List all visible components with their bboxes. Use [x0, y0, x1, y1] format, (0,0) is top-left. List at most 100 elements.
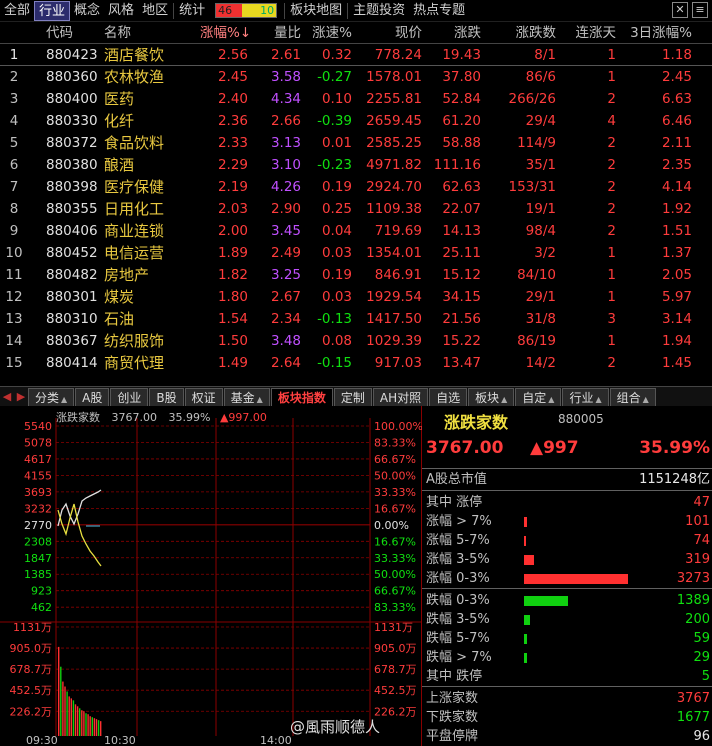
- up-down-ratio: 46 10: [215, 3, 278, 18]
- tab-item[interactable]: A股: [75, 387, 110, 406]
- row-days: 2: [607, 157, 616, 173]
- volume-left-tick: 678.7万: [10, 663, 53, 676]
- table-row[interactable]: 7 880398 医疗保健 2.19 4.26 0.19 2924.70 62.63 153/3…: [0, 176, 712, 198]
- row-days: 1: [607, 289, 616, 305]
- volume-bar: [83, 711, 85, 736]
- row-up-down: 29/4: [525, 113, 556, 129]
- row-change: 21.56: [442, 311, 481, 327]
- tab-item[interactable]: 创业: [110, 387, 149, 406]
- row-name: 煤炭: [104, 288, 135, 306]
- table-row[interactable]: 10 880452 电信运营 1.89 2.49 0.03 1354.01 25.11 3/2 1…: [0, 242, 712, 264]
- col-days[interactable]: 连涨天: [560, 22, 617, 44]
- tab-item[interactable]: AH对照: [372, 387, 429, 406]
- col-up-down[interactable]: 涨跌数: [490, 22, 557, 44]
- table-row[interactable]: 15 880414 商贸代理 1.49 2.64 -0.15 917.03 13.47 14/2…: [0, 352, 712, 374]
- tab-item[interactable]: 定制: [333, 387, 372, 406]
- volume-bar: [58, 646, 60, 736]
- col-price[interactable]: 现价: [352, 22, 422, 44]
- row-volume-ratio: 4.26: [270, 179, 301, 195]
- nav-sector-map[interactable]: 板块地图: [286, 1, 346, 21]
- tab-item[interactable]: B股: [149, 387, 184, 406]
- time-tick-label: 09:30: [26, 734, 58, 746]
- table-row[interactable]: 2 880360 农林牧渔 2.45 3.58 -0.27 1578.01 37.80 86/6…: [0, 66, 712, 88]
- col-speed[interactable]: 涨速%: [308, 22, 352, 44]
- row-price: 2924.70: [366, 179, 422, 195]
- table-row[interactable]: 1 880423 酒店餐饮 2.56 2.61 0.32 778.24 19.43 8/1 1 1.…: [0, 44, 712, 66]
- nav-industry[interactable]: 行业: [34, 0, 71, 21]
- tab-item[interactable]: 权证: [184, 387, 223, 406]
- row-name: 医疗保健: [104, 178, 165, 196]
- row-3day: 1.45: [661, 355, 692, 371]
- chart-value: 3767.00: [111, 411, 158, 424]
- distribution-label: 跌幅 3-5%: [426, 612, 490, 627]
- table-row[interactable]: 13 880310 石油 1.54 2.34 -0.13 1417.50 21.56 31/8 3…: [0, 308, 712, 330]
- row-3day: 1.94: [661, 333, 692, 349]
- series-line-white: [57, 489, 102, 527]
- col-volume-ratio[interactable]: 量比: [255, 22, 301, 44]
- row-price: 2659.45: [366, 113, 422, 129]
- distribution-bar: [524, 615, 530, 625]
- row-3day: 4.14: [661, 179, 692, 195]
- row-up-down: 35/1: [525, 157, 556, 173]
- tab-item[interactable]: 自选: [429, 387, 468, 406]
- table-row[interactable]: 4 880330 化纤 2.36 2.66 -0.39 2659.45 61.20 29/4 4 6…: [0, 110, 712, 132]
- tab-item[interactable]: 板块 ▲: [468, 387, 515, 406]
- table-row[interactable]: 3 880400 医药 2.40 4.34 0.10 2255.81 52.84 266/26 2…: [0, 88, 712, 110]
- tab-scroll-right-icon[interactable]: ▶: [14, 389, 28, 405]
- row-3day: 2.45: [661, 69, 692, 85]
- col-3day[interactable]: 3日涨幅%: [624, 22, 692, 44]
- nav-style[interactable]: 风格: [104, 1, 138, 21]
- row-code: 880355: [46, 201, 98, 217]
- volume-bar: [64, 686, 66, 736]
- tab-item[interactable]: 自定 ▲: [515, 387, 562, 406]
- tab-item[interactable]: 组合 ▲: [609, 387, 656, 406]
- distribution-bar: [524, 653, 527, 663]
- row-pct: 2.29: [217, 157, 248, 173]
- col-pct[interactable]: 涨幅%↓: [200, 22, 251, 44]
- row-name: 纺织服饰: [104, 332, 165, 350]
- row-days: 2: [607, 355, 616, 371]
- row-speed: 0.03: [321, 289, 352, 305]
- col-change[interactable]: 涨跌: [426, 22, 481, 44]
- volume-bar: [62, 681, 64, 736]
- distribution-value: 3273: [676, 571, 710, 586]
- tab-item[interactable]: 基金 ▲: [223, 387, 270, 406]
- time-tick-label: 10:30: [104, 734, 136, 746]
- row-up-down: 153/31: [508, 179, 557, 195]
- summary-value: 3767: [676, 691, 710, 706]
- nav-theme-invest[interactable]: 主题投资: [349, 1, 409, 21]
- distribution-bar: [524, 634, 527, 644]
- tab-scroll-left-icon[interactable]: ◀: [0, 389, 14, 405]
- table-row[interactable]: 14 880367 纺织服饰 1.50 3.48 0.08 1029.39 15.22 86/1…: [0, 330, 712, 352]
- row-days: 1: [607, 69, 616, 85]
- distribution-label: 其中 跌停: [426, 669, 483, 684]
- col-code[interactable]: 代码: [46, 22, 102, 44]
- volume-left-tick: 452.5万: [10, 684, 53, 697]
- table-row[interactable]: 6 880380 酿酒 2.29 3.10 -0.23 4971.82 111.16 35/1 2…: [0, 154, 712, 176]
- table-row[interactable]: 12 880301 煤炭 1.80 2.67 0.03 1929.54 34.15 29/1 1 5…: [0, 286, 712, 308]
- col-name[interactable]: 名称: [104, 22, 184, 44]
- menu-icon[interactable]: ≡: [692, 2, 708, 18]
- nav-hot-topics[interactable]: 热点专题: [409, 1, 469, 21]
- tab-label: 分类: [35, 390, 60, 405]
- table-row[interactable]: 9 880406 商业连锁 2.00 3.45 0.04 719.69 14.13 98/4 2 1…: [0, 220, 712, 242]
- table-row[interactable]: 5 880372 食品饮料 2.33 3.13 0.01 2585.25 58.88 114/9…: [0, 132, 712, 154]
- row-name: 商贸代理: [104, 354, 165, 372]
- row-change: 62.63: [442, 179, 481, 195]
- nav-concept[interactable]: 概念: [70, 1, 104, 21]
- close-icon[interactable]: ✕: [672, 2, 688, 18]
- row-3day: 1.37: [661, 245, 692, 261]
- tab-item[interactable]: 板块指数: [270, 387, 333, 406]
- right-tick-label: 50.00%: [374, 568, 416, 581]
- nav-stats[interactable]: 统计: [175, 1, 209, 21]
- table-row[interactable]: 11 880482 房地产 1.82 3.25 0.19 846.91 15.12 84/10 1…: [0, 264, 712, 286]
- nav-region[interactable]: 地区: [138, 1, 172, 21]
- distribution-bar: [524, 574, 628, 584]
- nav-all[interactable]: 全部: [0, 1, 34, 21]
- tab-item[interactable]: 行业 ▲: [562, 387, 609, 406]
- row-3day: 2.11: [661, 135, 692, 151]
- table-row[interactable]: 8 880355 日用化工 2.03 2.90 0.25 1109.38 22.07 19/1 2…: [0, 198, 712, 220]
- tab-item[interactable]: 分类 ▲: [28, 387, 75, 406]
- caret-up-icon: ▲: [256, 394, 263, 404]
- summary-row: 下跌家数 1677: [422, 708, 712, 727]
